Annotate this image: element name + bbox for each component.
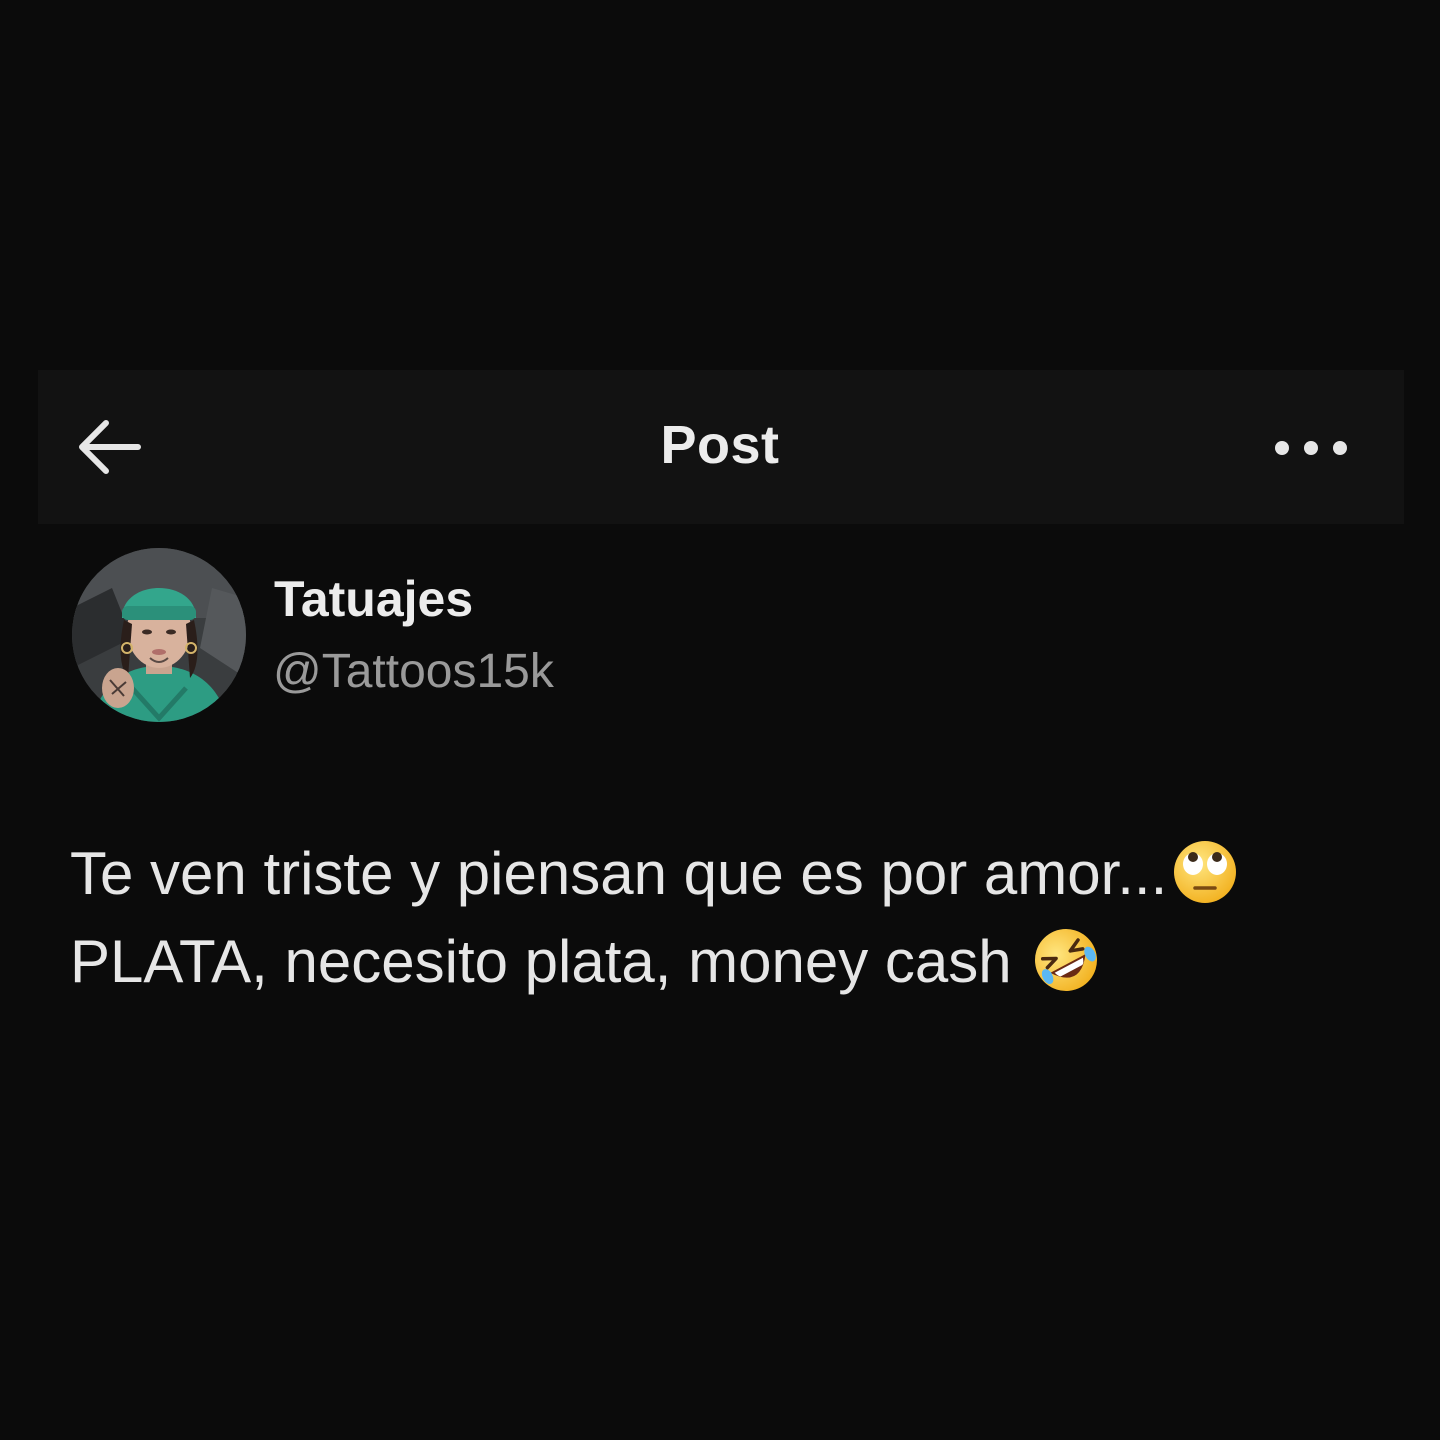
profile-avatar — [72, 548, 246, 722]
back-button[interactable] — [68, 412, 148, 482]
arrow-left-icon — [79, 420, 141, 474]
rolling-on-the-floor-laughing-icon — [1035, 929, 1098, 991]
post-body: Te ven triste y piensan que es por amor.… — [70, 830, 1390, 1006]
post-line-1-text: Te ven triste y piensan que es por amor.… — [70, 840, 1168, 907]
display-name[interactable]: Tatuajes — [274, 570, 473, 628]
user-handle[interactable]: @Tattoos15k — [273, 644, 554, 699]
face-with-rolling-eyes-icon — [1174, 841, 1237, 903]
more-options-button[interactable] — [1268, 428, 1354, 468]
avatar[interactable] — [72, 548, 246, 722]
more-horizontal-icon — [1275, 441, 1347, 455]
page-title: Post — [660, 415, 780, 475]
post-line-2: PLATA, necesito plata, money cash — [70, 918, 1390, 1006]
post-line-2-text: PLATA, necesito plata, money cash — [70, 928, 1029, 995]
post-line-1: Te ven triste y piensan que es por amor.… — [70, 830, 1390, 918]
